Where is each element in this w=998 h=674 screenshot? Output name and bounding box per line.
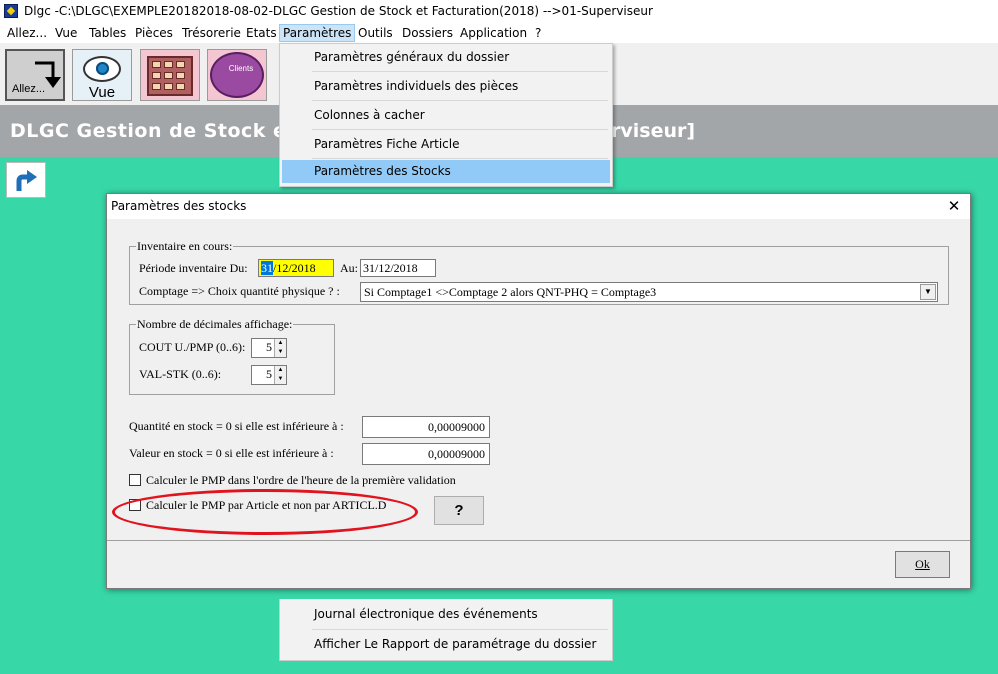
- cout-spinner[interactable]: 5 ▲ ▼: [251, 338, 287, 358]
- val-stk-label: VAL-STK (0..6):: [139, 367, 222, 381]
- valeur-threshold-field[interactable]: 0,00009000: [362, 443, 490, 465]
- app-header-title-tail: rviseur]: [611, 120, 696, 142]
- menu-separator: [312, 100, 608, 101]
- comptage-select[interactable]: Si Comptage1 <>Comptage 2 alors QNT-PHQ …: [360, 282, 938, 302]
- parametres-menu: Paramètres généraux du dossier Paramètre…: [279, 43, 613, 187]
- vue-button[interactable]: Vue: [72, 49, 132, 101]
- menu-item-colonnes-cacher[interactable]: Colonnes à cacher: [282, 102, 610, 128]
- grid-icon: [147, 56, 193, 96]
- menu-vue[interactable]: Vue: [52, 25, 80, 41]
- menu-pieces[interactable]: Pièces: [132, 25, 176, 41]
- menu-etats[interactable]: Etats: [243, 25, 280, 41]
- cout-value: 5: [266, 340, 272, 354]
- comptage-label: Comptage => Choix quantité physique ? :: [139, 284, 340, 298]
- ok-button[interactable]: Ok: [895, 551, 950, 578]
- pmp-ordre-label: Calculer le PMP dans l'ordre de l'heure …: [146, 473, 456, 487]
- valeur-label: Valeur en stock = 0 si elle est inférieu…: [129, 446, 334, 460]
- tables-button[interactable]: [140, 49, 200, 101]
- menu-item-parametres-generaux[interactable]: Paramètres généraux du dossier: [282, 44, 610, 70]
- menu-allez[interactable]: Allez...: [4, 25, 50, 41]
- au-label: Au:: [340, 261, 358, 275]
- periode-du-selection: 31: [261, 261, 273, 275]
- clients-label: Clients: [228, 64, 254, 73]
- inventaire-legend: Inventaire en cours:: [136, 239, 234, 254]
- menu-application[interactable]: Application: [457, 25, 530, 41]
- menu-outils[interactable]: Outils: [355, 25, 396, 41]
- annotation-highlight: [112, 489, 418, 535]
- eye-icon: [83, 56, 121, 82]
- menu-dossiers[interactable]: Dossiers: [399, 25, 456, 41]
- menu-tresorerie[interactable]: Trésorerie: [179, 25, 244, 41]
- menu-tables[interactable]: Tables: [86, 25, 129, 41]
- allez-label: Allez...: [12, 83, 46, 95]
- menu-item-journal[interactable]: Journal électronique des événements: [282, 601, 610, 627]
- quantite-threshold-field[interactable]: 0,00009000: [362, 416, 490, 438]
- decimales-group: Nombre de décimales affichage:: [129, 317, 335, 395]
- periode-du-field[interactable]: 31/12/2018: [258, 259, 334, 277]
- app-header-title: DLGC Gestion de Stock et F: [10, 120, 317, 142]
- menu-item-parametres-pieces[interactable]: Paramètres individuels des pièces: [282, 73, 610, 99]
- help-button[interactable]: ?: [434, 496, 484, 525]
- window-title: Dlgc -C:\DLGC\EXEMPLE20182018-08-02-DLGC…: [24, 4, 653, 18]
- dialog-title: Paramètres des stocks: [111, 199, 247, 213]
- parametres-menu-bottom: Journal électronique des événements Affi…: [279, 599, 613, 661]
- menu-separator: [312, 158, 608, 159]
- vue-label: Vue: [88, 84, 116, 101]
- ok-label: Ok: [915, 557, 930, 571]
- menubar: Allez... Vue Tables Pièces Trésorerie Et…: [0, 22, 998, 43]
- clients-icon: Clients: [210, 52, 264, 98]
- app-icon: [4, 4, 18, 18]
- menu-item-parametres-stocks[interactable]: Paramètres des Stocks: [282, 160, 610, 183]
- pmp-ordre-checkbox[interactable]: [129, 474, 141, 486]
- clients-button[interactable]: Clients: [207, 49, 267, 101]
- periode-au-field[interactable]: 31/12/2018: [360, 259, 436, 277]
- menu-item-rapport[interactable]: Afficher Le Rapport de paramétrage du do…: [282, 631, 610, 657]
- close-icon[interactable]: ✕: [946, 197, 962, 215]
- allez-button[interactable]: Allez...: [5, 49, 65, 101]
- comptage-value: Si Comptage1 <>Comptage 2 alors QNT-PHQ …: [364, 285, 657, 299]
- decimales-legend: Nombre de décimales affichage:: [136, 317, 294, 332]
- periode-label: Période inventaire Du:: [139, 261, 248, 275]
- val-stk-value: 5: [266, 367, 272, 381]
- periode-du-rest: /12/2018: [273, 261, 316, 275]
- chevron-down-icon[interactable]: ▼: [920, 284, 936, 300]
- menu-parametres[interactable]: Paramètres: [279, 24, 356, 42]
- menu-item-fiche-article[interactable]: Paramètres Fiche Article: [282, 131, 610, 157]
- window-titlebar: Dlgc -C:\DLGC\EXEMPLE20182018-08-02-DLGC…: [0, 0, 998, 22]
- menu-help[interactable]: ?: [532, 25, 544, 41]
- menu-separator: [312, 129, 608, 130]
- redirect-arrow-icon: [16, 170, 37, 191]
- menu-separator: [312, 629, 608, 630]
- quantite-label: Quantité en stock = 0 si elle est inféri…: [129, 419, 344, 433]
- val-stk-spinner[interactable]: 5 ▲ ▼: [251, 365, 287, 385]
- cout-label: COUT U./PMP (0..6):: [139, 340, 246, 354]
- menu-separator: [312, 71, 608, 72]
- jump-button[interactable]: [6, 162, 46, 198]
- dialog-titlebar: Paramètres des stocks ✕: [107, 194, 970, 219]
- spinner-arrows-icon[interactable]: ▲ ▼: [274, 339, 286, 357]
- spinner-arrows-icon[interactable]: ▲ ▼: [274, 366, 286, 384]
- dialog-footer-divider: [107, 540, 970, 541]
